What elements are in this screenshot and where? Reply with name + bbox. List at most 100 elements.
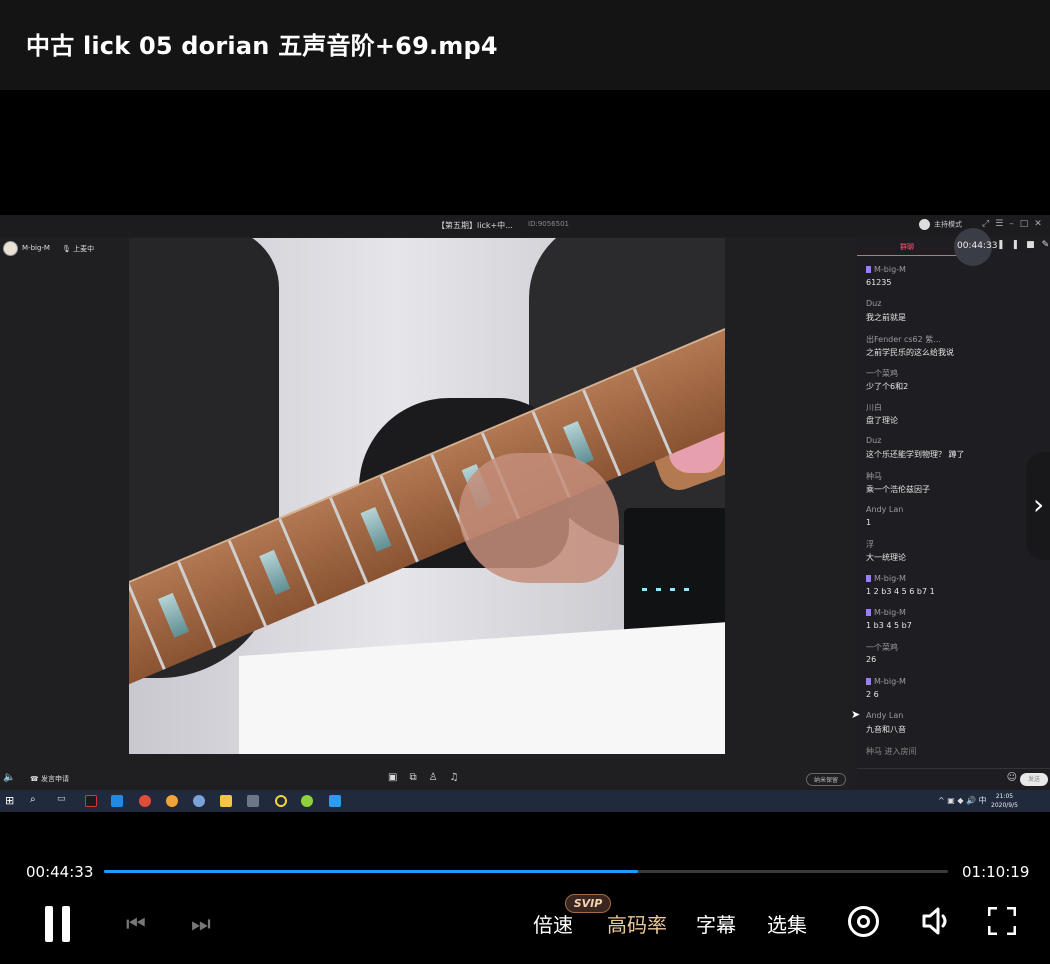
chrome-icon[interactable] [139, 795, 151, 807]
volume-icon[interactable] [920, 904, 954, 938]
app-icon[interactable] [193, 795, 205, 807]
chat-message-name-text: M-big-M [874, 265, 906, 274]
user-badge-icon [866, 266, 871, 273]
on-mic-status: 🎙 上麦中 [62, 244, 94, 254]
chat-message-name: 川白 [866, 402, 1046, 415]
pause-icon[interactable]: ❚❚ [997, 240, 1026, 250]
host-mode-label: 主持模式 [934, 220, 962, 229]
chat-message: 一个菜鸡 26 [866, 642, 1046, 676]
speaker-icon[interactable]: 🔈 [3, 772, 15, 783]
pause-button[interactable] [45, 906, 71, 942]
chat-message-text: 我之前就是 [866, 313, 906, 323]
chat-message: Andy Lan 1 [866, 505, 1046, 539]
chat-message-name-text: M-big-M [874, 607, 906, 617]
app-icon[interactable] [85, 795, 97, 807]
chat-message: 浮大一统理论 [866, 539, 1046, 573]
folder-icon[interactable] [220, 795, 232, 807]
video-frame[interactable]: 【第五期】lick+中... ID:9056501 主持模式 ⤢☰–□✕ M-b… [0, 215, 1050, 812]
pen-icon[interactable]: ✎ [1042, 240, 1050, 250]
next-button[interactable]: ⏭ [191, 912, 211, 937]
chat-message-text: 1 b3 4 5 b7 [866, 620, 912, 630]
progress-fill [104, 870, 639, 873]
app-icon[interactable] [247, 795, 259, 807]
taskbar-clock: 21:05 2020/9/5 [991, 792, 1018, 810]
fret [278, 518, 318, 606]
svip-badge: SVIP [565, 894, 611, 913]
amp-led [656, 588, 661, 591]
chat-message-name: Andy Lan [866, 711, 1046, 724]
subtitle-button[interactable]: 字幕 [696, 909, 736, 938]
chat-message-name-text: 浮 [866, 540, 874, 550]
app-icon[interactable] [301, 795, 313, 807]
ime-label: 中 [978, 796, 987, 805]
avatar [919, 219, 930, 230]
chat-message-name: 一个菜鸡 [866, 642, 1046, 655]
chat-message-name-text: 种马 [866, 471, 882, 481]
fret [177, 561, 217, 649]
chat-message-name-text: 出Fender cs62 紫... [866, 334, 941, 344]
chat-message-name: 出Fender cs62 紫... [866, 334, 1046, 347]
app-icon[interactable] [275, 795, 287, 807]
chat-message-text: 1 [866, 518, 872, 528]
save-button[interactable]: 纳米保留 [806, 773, 847, 786]
chat-message-name: Duz [866, 299, 1046, 312]
chat-message: Duz 我之前就是 [866, 299, 1046, 333]
task-view-icon[interactable]: ▭ [57, 794, 69, 806]
meeting-user: M-big-M [3, 240, 50, 256]
apply-speak-label: 发言申请 [40, 775, 69, 783]
camera-icon[interactable]: ▣ [388, 772, 409, 783]
chat-message-name: M-big-M [866, 265, 1046, 278]
chat-message-name: Andy Lan [866, 505, 1046, 518]
phone-icon: ☎ [30, 775, 39, 783]
speed-button[interactable]: 倍速 [533, 909, 573, 938]
user-badge-icon [866, 608, 871, 616]
windows-start-icon[interactable]: ⊞ [5, 794, 14, 807]
send-button[interactable]: 发送 [1020, 773, 1048, 786]
stop-icon[interactable]: ■ [1026, 240, 1042, 250]
chat-message-text: 大一统理论 [866, 553, 906, 563]
tab-group-chat[interactable]: 群聊 [857, 238, 957, 256]
user-badge-icon [866, 574, 871, 582]
chat-message-name: 一个菜鸡 [866, 368, 1046, 381]
chat-message-name-text: Duz [866, 299, 882, 309]
chat-message-name-text: 一个菜鸡 [866, 368, 898, 378]
chat-message: M-big-M 61235 [866, 265, 1046, 299]
recording-timer: 00:44:33 [954, 228, 997, 266]
fullscreen-icon[interactable] [987, 906, 1017, 936]
chat-message-text: 61235 [866, 278, 892, 287]
previous-button[interactable]: ⏮ [126, 912, 146, 937]
apply-speak-button[interactable]: ☎ 发言申请 [30, 774, 69, 784]
system-tray: ^ ▣ ◆ 🔊 中 [938, 796, 987, 805]
mic-icon[interactable]: ♙ [429, 772, 450, 783]
skip-next-icon: ⏭ [191, 912, 211, 937]
chat-input[interactable]: ☺ 发送 [857, 768, 1050, 790]
fret [227, 540, 267, 627]
chat-message-name-text: M-big-M [874, 573, 906, 583]
episodes-button[interactable]: 选集 [767, 909, 807, 938]
target-icon[interactable] [848, 906, 879, 937]
progress-bar[interactable] [104, 870, 948, 873]
app-icon[interactable] [111, 795, 123, 807]
music-icon[interactable]: ♫ [450, 772, 471, 783]
chat-message-name: M-big-M [866, 677, 1046, 690]
app-icon[interactable] [166, 795, 178, 807]
chat-message-name-text: 一个菜鸡 [866, 643, 898, 653]
search-icon[interactable]: ⌕ [30, 794, 42, 806]
chat-message: Andy Lan 九音和八音 [866, 711, 1046, 745]
meeting-title: 【第五期】lick+中... [437, 221, 513, 230]
recording-time: 00:44:33 [957, 241, 998, 251]
mouse-cursor-icon: ➤ [851, 708, 861, 721]
clock-time: 21:05 [995, 793, 1014, 800]
fret-inlay [360, 506, 392, 552]
share-icon[interactable]: ⧉ [409, 772, 428, 783]
chat-message-name: M-big-M [866, 608, 1046, 621]
camera-hand [459, 453, 619, 583]
app-icon[interactable] [329, 795, 341, 807]
video-title: 中古 lick 05 dorian 五声音阶+69.mp4 [26, 32, 498, 60]
user-badge-icon [866, 677, 871, 685]
next-video-handle[interactable]: › [1026, 452, 1050, 560]
chat-message-name: 种马 [866, 471, 1046, 484]
chevron-right-icon: › [1033, 488, 1045, 521]
high-bitrate-button[interactable]: 高码率 [607, 909, 667, 938]
emoji-icon[interactable]: ☺ [1007, 772, 1017, 783]
